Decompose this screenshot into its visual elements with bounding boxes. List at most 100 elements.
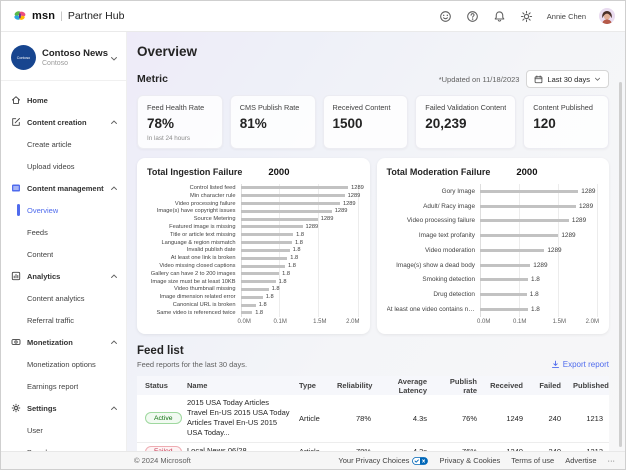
chart-value-label: 1.8 [296, 232, 304, 238]
sidebar-item-label: Create article [27, 140, 72, 149]
sidebar-item-analytics[interactable]: Analytics [1, 265, 126, 287]
chevron-up-icon [110, 119, 118, 126]
footer-link-terms-of-use[interactable]: Terms of use [511, 456, 554, 465]
chart-bar-row: Language & region mismatch1.8 [147, 239, 360, 247]
sidebar-item-referral-traffic[interactable]: Referral traffic [1, 309, 126, 331]
chart-category-label: Invalid publish date [147, 247, 241, 253]
page-title: Overview [137, 44, 609, 59]
sidebar-item-label: Content management [27, 184, 104, 193]
msn-partner-hub-logo[interactable]: msn | Partner Hub [13, 9, 124, 23]
sidebar-item-overview[interactable]: Overview [1, 199, 126, 221]
x-tick: 2.0M [346, 319, 359, 325]
settings-icon[interactable] [520, 9, 534, 23]
vertical-scrollbar[interactable] [619, 82, 623, 447]
table-row[interactable]: Failed Local News 06/28 Article 78% 4.3s… [137, 443, 609, 452]
date-range-dropdown[interactable]: Last 30 days [526, 70, 609, 88]
chart-category-label: Adult/ Racy image [387, 203, 481, 210]
bar [480, 293, 527, 296]
user-name[interactable]: Annie Chen [547, 12, 586, 21]
chart-bar-row: Control listed feed1289 [147, 184, 360, 192]
chart-category-label: At least one video contains nudi... [387, 306, 481, 313]
chart-value-label: 1.8 [279, 279, 287, 285]
sidebar-item-monetization[interactable]: Monetization [1, 331, 126, 353]
chevron-up-icon [110, 273, 118, 280]
topbar: msn | Partner Hub [1, 1, 625, 32]
chart-value-label: 1289 [581, 188, 595, 195]
sidebar-item-label: Home [27, 96, 48, 105]
chart-bar-row: Video thumbnail missing 1.8 [147, 286, 360, 294]
chart-value-label: 1.8 [293, 247, 301, 253]
sidebar-item-label: User [27, 426, 43, 435]
bar [241, 225, 303, 228]
chart-x-axis: 0.0M 0.1M 1.5M 2.0M [241, 317, 360, 328]
export-report-button[interactable]: Export report [551, 360, 609, 369]
chart-bar-row: Image text profanity1289 [387, 228, 600, 243]
sidebar-item-upload-videos[interactable]: Upload videos [1, 155, 126, 177]
bar [241, 304, 256, 307]
content-management-icon [11, 183, 21, 193]
bar [241, 288, 269, 291]
sidebar-item-content-analytics[interactable]: Content analytics [1, 287, 126, 309]
sidebar-item-content[interactable]: Content [1, 243, 126, 265]
main-content: Overview Metric *Updated on 11/18/2023 L… [127, 32, 625, 451]
sidebar-item-feeds[interactable]: Feeds [1, 221, 126, 243]
footer-link-privacy-choices[interactable]: Your Privacy Choices [338, 456, 428, 465]
bar [480, 219, 569, 222]
col-published: Published [569, 381, 611, 390]
analytics-icon [11, 271, 21, 281]
chart-total-ingestion-failure: Total Ingestion Failure 2000 Control lis… [137, 158, 370, 334]
chart-value-label: 1.8 [272, 286, 280, 292]
chart-category-label: Canonical URL is broken [147, 302, 241, 308]
chevron-down-icon [594, 76, 601, 82]
feed-avg-latency: 4.3s [379, 444, 435, 451]
sidebar: Contoso Contoso News Contoso Home Conten… [1, 32, 127, 451]
chart-category-label: Video missing closed captions [147, 263, 241, 269]
chart-bar-row: Image size must be at least 10KB1.8 [147, 278, 360, 286]
brand-separator: | [60, 11, 63, 22]
chevron-up-icon [110, 339, 118, 346]
sidebar-item-label: Analytics [27, 272, 60, 281]
chart-bar-row: Smoking detection1.8 [387, 273, 600, 288]
sidebar-item-content-creation[interactable]: Content creation [1, 111, 126, 133]
footer-more-options[interactable]: ··· [608, 456, 616, 465]
sidebar-item-settings[interactable]: Settings [1, 397, 126, 419]
metric-card-received-content: Received Content 1500 [323, 95, 409, 149]
table-row[interactable]: Active 2015 USA Today Articles Travel En… [137, 395, 609, 443]
footer-link-privacy-cookies[interactable]: Privacy & Cookies [439, 456, 500, 465]
footer-link-advertise[interactable]: Advertise [565, 456, 596, 465]
chart-category-label: Image dimension related error [147, 294, 241, 300]
org-switcher[interactable]: Contoso Contoso News Contoso [1, 41, 126, 81]
chart-value-label: 1.8 [255, 310, 263, 316]
chart-category-label: Video processing failure [387, 217, 481, 224]
sidebar-item-monetization-options[interactable]: Monetization options [1, 353, 126, 375]
sidebar-item-label: Upload videos [27, 162, 75, 171]
sidebar-item-earnings-report[interactable]: Earnings report [1, 375, 126, 397]
sidebar-item-home[interactable]: Home [1, 89, 126, 111]
help-icon[interactable] [466, 9, 480, 23]
user-avatar[interactable] [599, 8, 615, 24]
metric-label: Received Content [333, 103, 399, 112]
sidebar-item-create-article[interactable]: Create article [1, 133, 126, 155]
sidebar-item-brand[interactable]: Brand [1, 441, 126, 451]
sidebar-item-user[interactable]: User [1, 419, 126, 441]
col-name: Name [183, 381, 295, 390]
feedback-icon[interactable] [439, 9, 453, 23]
chart-value-label: 1289 [306, 224, 319, 230]
chart-category-label: Video thumbnail missing [147, 286, 241, 292]
chart-category-label: Min character rule [147, 193, 241, 199]
msn-butterfly-icon [13, 9, 27, 23]
footer: © 2024 Microsoft Your Privacy Choices Pr… [1, 451, 625, 469]
chart-bar-row: Same video is referenced twice1.8 [147, 309, 360, 317]
chart-bar-row: Drug detection1.8 [387, 287, 600, 302]
chart-value-label: 1289 [321, 216, 334, 222]
updated-timestamp: *Updated on 11/18/2023 [439, 75, 520, 84]
home-icon [11, 95, 21, 105]
compose-icon [11, 117, 21, 127]
chart-title: Total Moderation Failure [387, 167, 491, 177]
sidebar-item-content-management[interactable]: Content management [1, 177, 126, 199]
bar [241, 186, 349, 189]
col-status: Status [137, 381, 183, 390]
metric-section-header: Metric *Updated on 11/18/2023 Last 30 da… [137, 70, 609, 88]
chart-value-label: 1.8 [530, 291, 539, 298]
notifications-icon[interactable] [493, 9, 507, 23]
